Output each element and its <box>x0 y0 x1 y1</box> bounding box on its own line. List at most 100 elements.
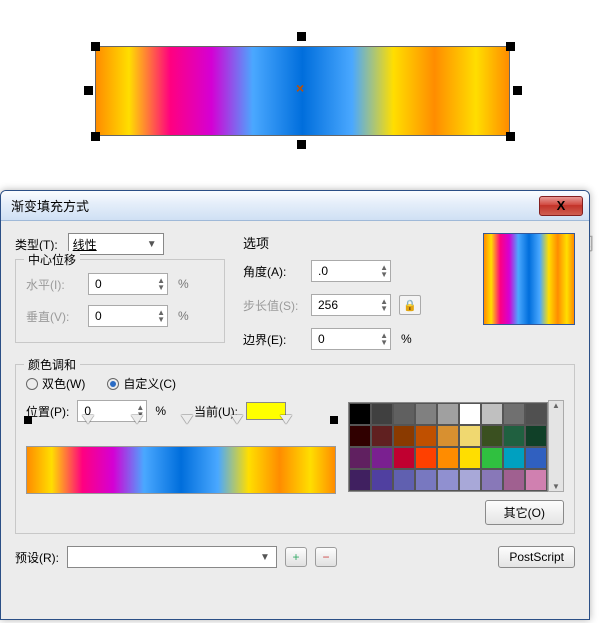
preset-add-button[interactable]: + <box>285 547 307 567</box>
gradient-stop-end[interactable] <box>330 416 338 424</box>
gradient-editor[interactable] <box>26 446 336 494</box>
palette-swatch[interactable] <box>437 447 459 469</box>
palette-swatch[interactable] <box>459 425 481 447</box>
palette-swatch[interactable] <box>525 469 547 491</box>
palette-swatch[interactable] <box>371 469 393 491</box>
palette-swatch[interactable] <box>481 447 503 469</box>
vertical-spinner[interactable]: ▲▼ <box>88 305 168 327</box>
palette-swatch[interactable] <box>349 403 371 425</box>
titlebar[interactable]: 渐变填充方式 X <box>1 191 589 221</box>
close-icon: X <box>557 198 566 213</box>
border-spinner[interactable]: ▲▼ <box>311 328 391 350</box>
palette-swatch[interactable] <box>393 403 415 425</box>
palette-swatch[interactable] <box>393 447 415 469</box>
canvas-area: × <box>0 0 600 200</box>
palette-swatch[interactable] <box>415 403 437 425</box>
preset-remove-button[interactable]: − <box>315 547 337 567</box>
angle-spinner[interactable]: ▲▼ <box>311 260 391 282</box>
horizontal-label: 水平(I): <box>26 276 80 293</box>
palette-swatch[interactable] <box>481 425 503 447</box>
custom-radio[interactable]: 自定义(C) <box>107 375 176 392</box>
vertical-input[interactable] <box>95 309 135 323</box>
palette-swatch[interactable] <box>459 403 481 425</box>
radio-icon <box>26 378 38 390</box>
selection-handle-ne[interactable] <box>506 42 515 51</box>
dialog-title: 渐变填充方式 <box>11 196 89 215</box>
palette-swatch[interactable] <box>503 469 525 491</box>
palette-swatch[interactable] <box>415 469 437 491</box>
preset-combo[interactable]: ▼ <box>67 546 277 568</box>
percent-suffix: % <box>178 277 189 291</box>
palette-swatch[interactable] <box>525 425 547 447</box>
gradient-stop[interactable] <box>82 415 94 424</box>
selection-handle-sw[interactable] <box>91 132 100 141</box>
selection-handle-nw[interactable] <box>91 42 100 51</box>
palette-swatch[interactable] <box>393 425 415 447</box>
percent-suffix: % <box>178 309 189 323</box>
type-combo[interactable]: 线性 ▼ <box>68 233 164 255</box>
postscript-button[interactable]: PostScript <box>498 546 575 568</box>
palette-swatch[interactable] <box>415 425 437 447</box>
palette-swatch[interactable] <box>437 425 459 447</box>
gradient-stop-start[interactable] <box>24 416 32 424</box>
spin-arrows-icon[interactable]: ▲▼ <box>157 277 165 291</box>
horizontal-spinner[interactable]: ▲▼ <box>88 273 168 295</box>
palette-swatch[interactable] <box>481 403 503 425</box>
gradient-stop[interactable] <box>131 415 143 424</box>
minus-icon: − <box>322 550 329 564</box>
palette-swatch[interactable] <box>415 447 437 469</box>
selection-center-marker[interactable]: × <box>296 80 304 96</box>
palette-swatch[interactable] <box>437 403 459 425</box>
selection-handle-w[interactable] <box>84 86 93 95</box>
palette-swatch[interactable] <box>503 447 525 469</box>
radio-icon <box>107 378 119 390</box>
border-input[interactable] <box>318 332 358 346</box>
twocolor-radio[interactable]: 双色(W) <box>26 375 85 392</box>
selection-handle-n[interactable] <box>297 32 306 41</box>
gradient-stop[interactable] <box>181 415 193 424</box>
spin-arrows-icon[interactable]: ▲▼ <box>380 298 388 312</box>
border-label: 边界(E): <box>243 331 303 348</box>
custom-label: 自定义(C) <box>123 375 176 392</box>
palette-swatch[interactable] <box>503 425 525 447</box>
palette-swatch[interactable] <box>481 469 503 491</box>
twocolor-label: 双色(W) <box>42 375 85 392</box>
horizontal-input[interactable] <box>95 277 135 291</box>
angle-input[interactable] <box>318 264 358 278</box>
palette-swatch[interactable] <box>459 447 481 469</box>
palette-scrollbar[interactable]: ▲▼ <box>548 400 564 492</box>
palette-swatch[interactable] <box>393 469 415 491</box>
spin-arrows-icon[interactable]: ▲▼ <box>157 309 165 323</box>
palette-swatch[interactable] <box>459 469 481 491</box>
selection-handle-se[interactable] <box>506 132 515 141</box>
preset-label: 预设(R): <box>15 549 59 566</box>
palette-swatch[interactable] <box>437 469 459 491</box>
palette-swatch[interactable] <box>525 447 547 469</box>
close-button[interactable]: X <box>539 196 583 216</box>
spin-arrows-icon[interactable]: ▲▼ <box>380 264 388 278</box>
selection-handle-e[interactable] <box>513 86 522 95</box>
palette-swatch[interactable] <box>349 469 371 491</box>
harmony-legend: 颜色调和 <box>24 356 80 373</box>
palette-swatch[interactable] <box>525 403 547 425</box>
spin-arrows-icon[interactable]: ▲▼ <box>380 332 388 346</box>
color-palette[interactable] <box>348 402 548 492</box>
step-input[interactable] <box>318 298 358 312</box>
palette-swatch[interactable] <box>349 447 371 469</box>
position-label: 位置(P): <box>26 403 69 420</box>
options-legend: 选项 <box>243 233 457 252</box>
palette-swatch[interactable] <box>371 425 393 447</box>
lock-icon[interactable]: 🔒 <box>399 295 421 315</box>
palette-swatch[interactable] <box>349 425 371 447</box>
palette-swatch[interactable] <box>371 403 393 425</box>
chevron-down-icon: ▼ <box>258 552 272 563</box>
step-spinner[interactable]: ▲▼ <box>311 294 391 316</box>
center-offset-group: 中心位移 水平(I): ▲▼ % 垂直(V): ▲▼ <box>15 259 225 343</box>
gradient-stop[interactable] <box>231 415 243 424</box>
palette-swatch[interactable] <box>503 403 525 425</box>
gradient-stop[interactable] <box>280 415 292 424</box>
selection-handle-s[interactable] <box>297 140 306 149</box>
chevron-down-icon: ▼ <box>145 239 159 250</box>
palette-swatch[interactable] <box>371 447 393 469</box>
other-colors-button[interactable]: 其它(O) <box>485 500 564 525</box>
